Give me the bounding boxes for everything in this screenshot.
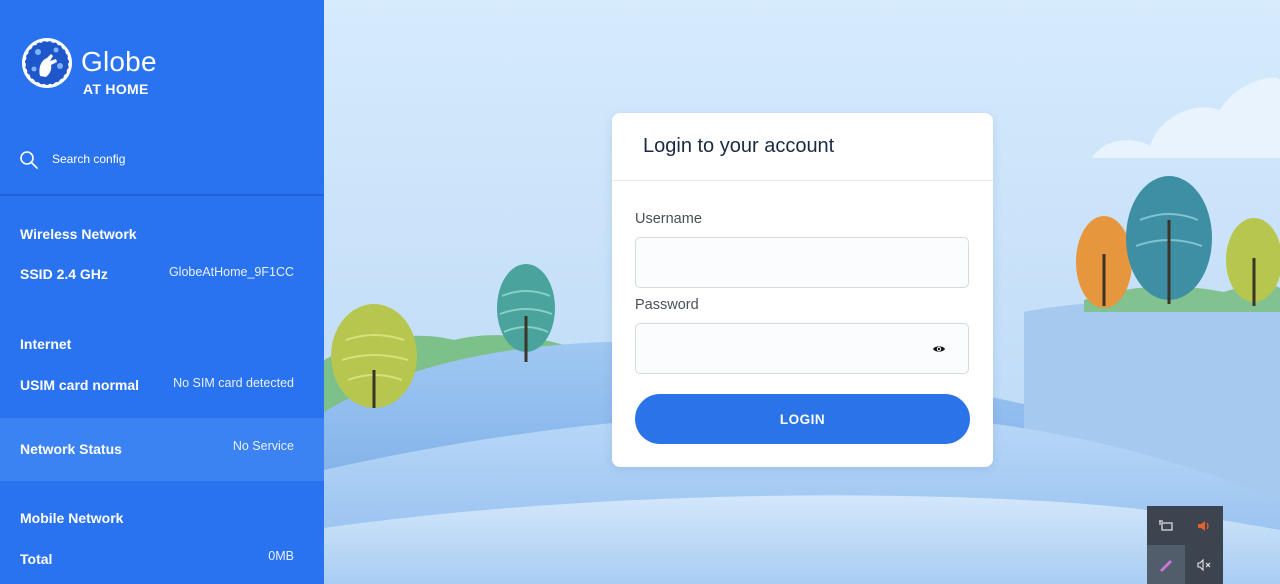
total-label: Total	[20, 551, 53, 567]
wireless-network-title: Wireless Network	[20, 226, 137, 242]
pen-icon	[1160, 559, 1172, 572]
speaker-icon	[1198, 520, 1209, 531]
sidebar: Globe AT HOME Search config Wireless Net…	[0, 0, 324, 584]
login-card: Login to your account Username Password …	[612, 113, 993, 467]
search-icon	[20, 151, 38, 169]
brand-name: Globe	[81, 46, 157, 77]
wireless-network-section: Wireless Network SSID 2.4 GHz GlobeAtHom…	[0, 226, 324, 286]
tray-volume-button[interactable]	[1185, 506, 1223, 545]
mobile-network-section: Mobile Network Total 0MB	[0, 510, 324, 570]
network-status-label: Network Status	[20, 441, 122, 457]
login-card-header: Login to your account	[612, 113, 993, 181]
total-value: 0MB	[268, 549, 294, 563]
globe-logo-icon	[22, 38, 72, 88]
internet-section: Internet USIM card normal No SIM card de…	[0, 336, 324, 396]
internet-title: Internet	[20, 336, 72, 352]
password-input[interactable]	[636, 324, 968, 373]
mobile-network-title: Mobile Network	[20, 510, 124, 526]
search-config-label: Search config	[52, 152, 126, 166]
username-field[interactable]	[635, 237, 969, 288]
password-field[interactable]	[635, 323, 969, 374]
login-title: Login to your account	[643, 135, 835, 157]
brand-tagline: AT HOME	[83, 81, 149, 97]
tray-pen-button[interactable]	[1147, 545, 1185, 584]
username-label: Username	[635, 211, 702, 227]
network-adapter-icon	[1159, 519, 1173, 531]
tray-network-button[interactable]	[1147, 506, 1185, 545]
eye-icon[interactable]	[932, 342, 946, 356]
system-tray-popup	[1147, 506, 1223, 584]
usim-label: USIM card normal	[20, 377, 140, 393]
tray-mute-button[interactable]	[1185, 545, 1223, 584]
login-button[interactable]: LOGIN	[635, 394, 970, 444]
ssid-label: SSID 2.4 GHz	[20, 266, 108, 282]
password-label: Password	[635, 297, 699, 313]
search-config[interactable]: Search config	[0, 128, 324, 196]
network-status-row: Network Status No Service	[0, 418, 324, 481]
mute-icon	[1197, 558, 1211, 571]
ssid-value: GlobeAtHome_9F1CC	[168, 265, 294, 279]
tree-illustration	[1076, 216, 1132, 308]
usim-value: No SIM card detected	[173, 376, 294, 390]
username-input[interactable]	[636, 238, 968, 287]
network-status-value: No Service	[232, 439, 294, 453]
tree-illustration	[331, 304, 417, 408]
